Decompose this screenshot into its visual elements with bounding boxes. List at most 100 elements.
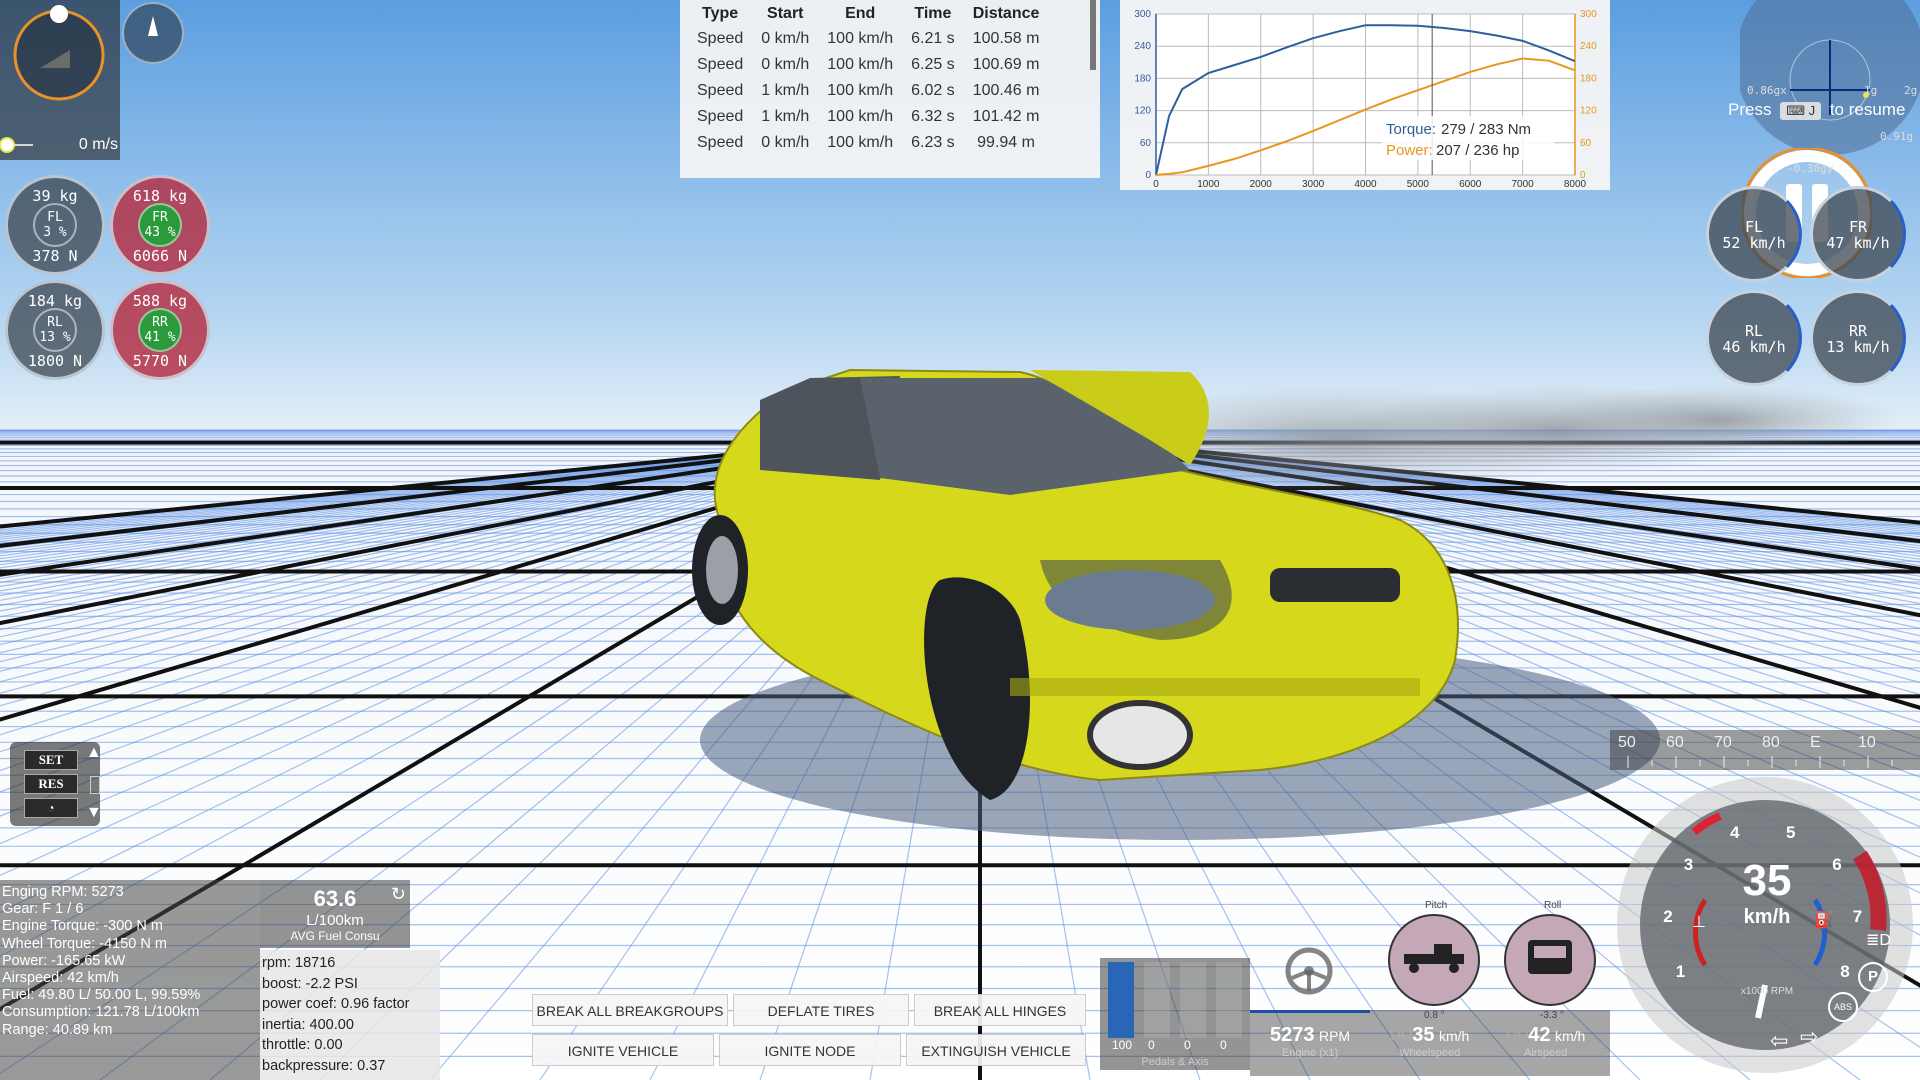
airspeed-unit: km/h [1554, 1028, 1586, 1044]
cruise-mid-icon [90, 776, 100, 794]
cruise-speedometer-icon[interactable]: ◔ [24, 798, 78, 818]
pedal-bar-fill [1108, 962, 1134, 1038]
column-header: End [845, 5, 876, 22]
speedometer: 12345678 35 km/h x1000 RPM ⊥ ⛽ ≣D P ABS … [1610, 770, 1920, 1080]
heading-ticks-icon [1627, 756, 1893, 768]
table-scrollbar[interactable] [1090, 0, 1096, 70]
airspeed-value: 42 [1528, 1024, 1551, 1046]
table-cell: 6.21 s [911, 30, 955, 47]
table-cell: 6.32 s [911, 108, 955, 125]
wheel-position: RL [1744, 322, 1764, 340]
torque-power-chart: 0 1000 2000 3000 4000 5000 6000 7000 80000601201… [1134, 9, 1597, 190]
fuel-consumption-panel: 63.6 L/100km AVG Fuel Consu ↻ [260, 880, 410, 948]
y-tick-label: 120 [1134, 106, 1151, 117]
keyboard-key-j: ⌨ J [1780, 102, 1822, 120]
torque-curve-panel: 0 1000 2000 3000 4000 5000 6000 7000 8000 0 60 120 1… [1120, 0, 1610, 190]
cruise-up-icon[interactable]: ▲ [86, 744, 102, 762]
rpm-number: 3 [1683, 854, 1694, 874]
table-cell: Speed [697, 108, 744, 125]
legend-label: Torque: [1386, 121, 1436, 138]
y2-tick-label: 240 [1580, 41, 1597, 52]
y2-tick-label: 180 [1580, 73, 1597, 84]
table-row: Speed 0 km/h 100 km/h 6.23 s 99.94 m [688, 130, 1048, 156]
tire-percent: 3 % [43, 225, 67, 240]
y-tick-label: 240 [1134, 41, 1151, 52]
rpm-number: 2 [1663, 906, 1673, 926]
refresh-icon[interactable]: ↻ [391, 884, 406, 905]
fuel-consumption-unit: L/100km [306, 912, 364, 929]
rpm-bar [1250, 1010, 1370, 1021]
performance-table: Type Start End Time Distance Speed 0 km/h 100 … [688, 2, 1048, 156]
gforce-x-label: 0.86gx [1747, 84, 1787, 97]
wheel-speed-gauge-rr: RR 13 km/h [1810, 290, 1906, 386]
key-label: J [1808, 103, 1816, 118]
turbo-stats-panel: rpm: 18716 boost: -2.2 PSI power coef: 0.9… [260, 950, 440, 1080]
rpm-number: 6 [1832, 854, 1842, 874]
pedal-value: 100 [1112, 1038, 1133, 1052]
pedals-caption: Pedals & Axis [1141, 1056, 1209, 1068]
pedal-value: 0 [1148, 1038, 1155, 1052]
gforce-max-label: 2g [1904, 84, 1918, 97]
cruise-res-button[interactable]: RES [24, 774, 78, 794]
pause-hint: Press ⌨ J to resume [1728, 100, 1920, 130]
extinguish-vehicle-button[interactable]: EXTINGUISH VEHICLE [906, 1034, 1086, 1066]
ignite-node-button[interactable]: IGNITE NODE [719, 1034, 901, 1066]
keyboard-icon: ⌨ [1786, 103, 1805, 118]
y2-tick-label: 60 [1580, 138, 1592, 149]
wheel-speed-text: RL 46 km/h [1709, 323, 1799, 355]
rpm-number: 7 [1852, 906, 1863, 926]
wheel-speed-gauge-fr: FR 47 km/h [1810, 186, 1906, 282]
table-cell: 100 km/h [827, 82, 894, 99]
temperature-icon: ⊥ [1692, 914, 1706, 931]
engine-stat-line: Airspeed: 42 km/h [2, 970, 119, 987]
wheelspeed-caption: Wheelspeed [1399, 1047, 1461, 1059]
table-cell: 6.23 s [911, 134, 955, 151]
wheel-speed-text: FL 52 km/h [1709, 219, 1799, 251]
rpm-number: 5 [1786, 823, 1796, 843]
wheel-speed-gauge-rl: RL 46 km/h [1706, 290, 1802, 386]
wheel-speed-text: FR 47 km/h [1813, 219, 1903, 251]
engine-rpm-unit: RPM [1318, 1028, 1351, 1044]
wheel-position: FR [1848, 218, 1868, 236]
tire-force: 6066 N [132, 247, 188, 265]
ignite-vehicle-button[interactable]: IGNITE VEHICLE [532, 1034, 714, 1066]
break-all-hinges-button[interactable]: BREAK ALL HINGES [914, 994, 1086, 1026]
break-all-breakgroups-button[interactable]: BREAK ALL BREAKGROUPS [532, 994, 728, 1026]
tire-force: 1800 N [27, 352, 83, 370]
wheel-speed-value: 13 km/h [1826, 338, 1890, 356]
table-cell: 1 km/h [761, 82, 810, 99]
tire-position: FR [152, 210, 168, 225]
performance-table-panel: Type Start End Time Distance Speed 0 km/h 100 … [680, 0, 1100, 178]
table-header-row: Type Start End Time Distance [688, 2, 1048, 26]
turbo-stat-line: throttle: 0.00 [262, 1037, 343, 1054]
wheel-speed-value: 46 km/h [1722, 338, 1786, 356]
table-cell: 100.46 m [972, 82, 1040, 99]
rpm-number: 1 [1675, 961, 1686, 981]
roll-value: -3.3 ° [1540, 1010, 1565, 1021]
roll-indicator: Roll -3.3 ° [1496, 900, 1606, 1021]
pause-hint-resume: to resume [1829, 100, 1906, 119]
deflate-tires-button[interactable]: DEFLATE TIRES [733, 994, 909, 1026]
fuel-icon: ⛽ [1814, 912, 1834, 929]
engine-rpm-value: 5273 [1270, 1024, 1315, 1046]
table-cell: Speed [697, 134, 744, 151]
turbo-stat-line: rpm: 18716 [262, 955, 336, 971]
engine-stat-line: Range: 40.89 km [2, 1021, 113, 1038]
table-cell: 6.02 s [911, 82, 955, 99]
pitch-value: 0.8 ° [1424, 1010, 1445, 1021]
pedal-value: 0 [1220, 1038, 1227, 1052]
table-cell: 100 km/h [827, 30, 894, 47]
table-cell: 0 km/h [761, 30, 810, 47]
tire-gauge-rl: 184 kg RL 13 % 1800 N [5, 280, 105, 380]
turbo-stat-line: inertia: 400.00 [262, 1016, 354, 1033]
y-tick-label: 180 [1134, 73, 1151, 84]
cruise-set-button[interactable]: SET [24, 750, 78, 770]
cruise-down-icon[interactable]: ▼ [86, 804, 102, 822]
tire-force: 5770 N [132, 352, 188, 370]
game-viewport: 0 m/s 39 kg FL 3 % 378 N 618 kg FR 43 % 6066 N1… [0, 0, 1920, 1080]
compass [122, 2, 184, 64]
x-tick-label: 7000 [1512, 179, 1535, 190]
table-cell: Speed [697, 56, 744, 73]
x-tick-label: 5000 [1407, 179, 1430, 190]
y-tick-label: 0 [1145, 170, 1151, 181]
